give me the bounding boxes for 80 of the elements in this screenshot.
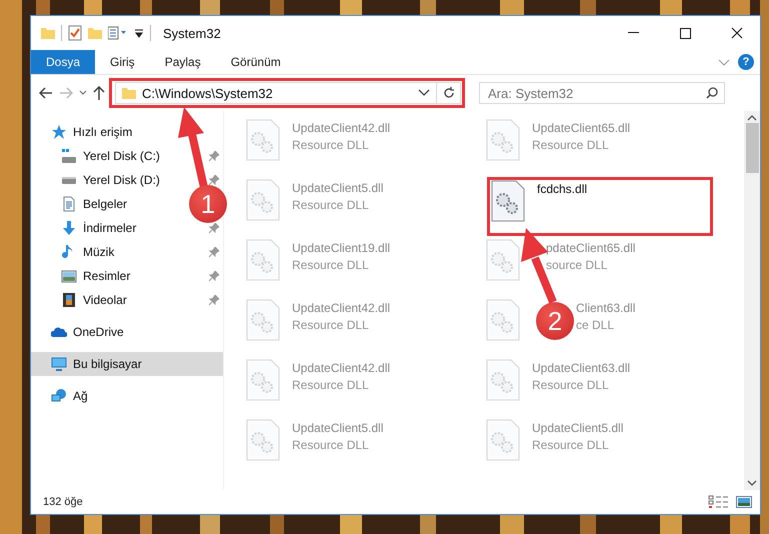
window-title: System32 xyxy=(163,26,222,40)
checklist-icon[interactable] xyxy=(68,25,82,41)
folder-icon xyxy=(122,86,136,100)
chevron-down-icon[interactable] xyxy=(418,89,430,97)
sidebar-item[interactable]: Yerel Disk (C:) xyxy=(61,149,160,163)
gear-file-icon xyxy=(246,359,280,401)
sidebar-item[interactable]: Resimler xyxy=(61,268,130,284)
file-type: Resource DLL xyxy=(532,378,610,392)
item-count: 132 öğe xyxy=(43,496,84,508)
address-bar[interactable]: C:\Windows\System32 xyxy=(115,82,437,104)
file-type: Resource DLL xyxy=(532,138,610,152)
gear-file-icon xyxy=(486,239,520,281)
drive-icon xyxy=(61,176,77,184)
maximize-icon xyxy=(680,28,690,38)
gear-file-icon xyxy=(486,359,520,401)
up-button[interactable] xyxy=(93,86,105,100)
pin-icon[interactable] xyxy=(209,223,219,233)
drive-icon xyxy=(61,149,77,163)
picture-icon xyxy=(61,268,77,284)
network-icon xyxy=(51,388,67,404)
file-type: Resource DLL xyxy=(292,138,370,152)
search-box[interactable]: Ara: System32 xyxy=(479,82,725,104)
file-type: Resource DLL xyxy=(292,318,370,332)
refresh-icon xyxy=(442,87,454,99)
properties-icon[interactable] xyxy=(108,26,128,40)
ribbon-tab[interactable]: Giriş xyxy=(95,50,150,74)
file-type: Resource DLL xyxy=(532,438,610,452)
ribbon-tab[interactable]: Görünüm xyxy=(216,50,296,74)
sidebar-item[interactable]: Bu bilgisayar xyxy=(51,356,142,372)
search-icon xyxy=(706,87,718,99)
gear-file-icon xyxy=(246,299,280,341)
recent-dropdown[interactable] xyxy=(79,90,87,96)
gear-file-icon xyxy=(491,180,525,222)
ribbon-tab[interactable]: Paylaş xyxy=(150,50,216,74)
folder-icon xyxy=(41,26,55,40)
sidebar-item[interactable]: OneDrive xyxy=(51,324,124,340)
scroll-up-icon[interactable] xyxy=(747,115,757,121)
pin-icon[interactable] xyxy=(209,247,219,257)
document-icon xyxy=(61,196,77,212)
sidebar-item[interactable]: Müzik xyxy=(61,244,114,260)
file-type: Resource DLL xyxy=(292,378,370,392)
thumbnail-view-icon[interactable] xyxy=(736,495,752,509)
gear-file-icon xyxy=(486,119,520,161)
close-icon xyxy=(731,27,743,39)
gear-file-icon xyxy=(486,299,520,341)
film-strip-icon xyxy=(61,292,77,308)
file-type: Resource DLL xyxy=(292,438,370,452)
pin-icon[interactable] xyxy=(209,295,219,305)
gear-file-icon xyxy=(246,239,280,281)
sidebar-item[interactable]: İndirmeler xyxy=(61,220,136,236)
refresh-button[interactable] xyxy=(437,82,461,104)
help-button[interactable]: ? xyxy=(738,54,754,70)
sidebar-item[interactable]: Belgeler xyxy=(61,196,128,212)
minimize-icon xyxy=(628,32,638,34)
sidebar-item[interactable]: Yerel Disk (D:) xyxy=(61,173,160,187)
file-type: source DLL xyxy=(546,258,608,272)
scroll-down-icon[interactable] xyxy=(747,480,757,486)
details-view-icon[interactable] xyxy=(708,495,730,509)
star-icon xyxy=(51,124,67,140)
sidebar-item[interactable]: Videolar xyxy=(61,292,127,308)
gear-file-icon xyxy=(246,419,280,461)
back-button[interactable] xyxy=(39,87,53,99)
gear-file-icon xyxy=(246,119,280,161)
scroll-thumb[interactable] xyxy=(746,123,758,173)
file-type: Resource DLL xyxy=(292,258,370,272)
scrollbar[interactable] xyxy=(744,111,760,490)
pin-icon[interactable] xyxy=(209,175,219,185)
pin-icon[interactable] xyxy=(209,151,219,161)
sidebar-item[interactable]: Hızlı erişim xyxy=(51,124,132,140)
pin-icon[interactable] xyxy=(209,271,219,281)
monitor-icon xyxy=(51,356,67,372)
file-name[interactable]: fcdchs.dll xyxy=(537,182,588,196)
download-arrow-icon xyxy=(61,220,77,236)
file-type: ce DLL xyxy=(576,318,616,332)
dropdown-icon[interactable] xyxy=(134,28,144,38)
ribbon-tab[interactable]: Dosya xyxy=(31,50,96,74)
sidebar-item[interactable]: Ağ xyxy=(51,388,88,404)
file-type: Resource DLL xyxy=(292,198,370,212)
gear-file-icon xyxy=(246,179,280,221)
gear-file-icon xyxy=(486,419,520,461)
